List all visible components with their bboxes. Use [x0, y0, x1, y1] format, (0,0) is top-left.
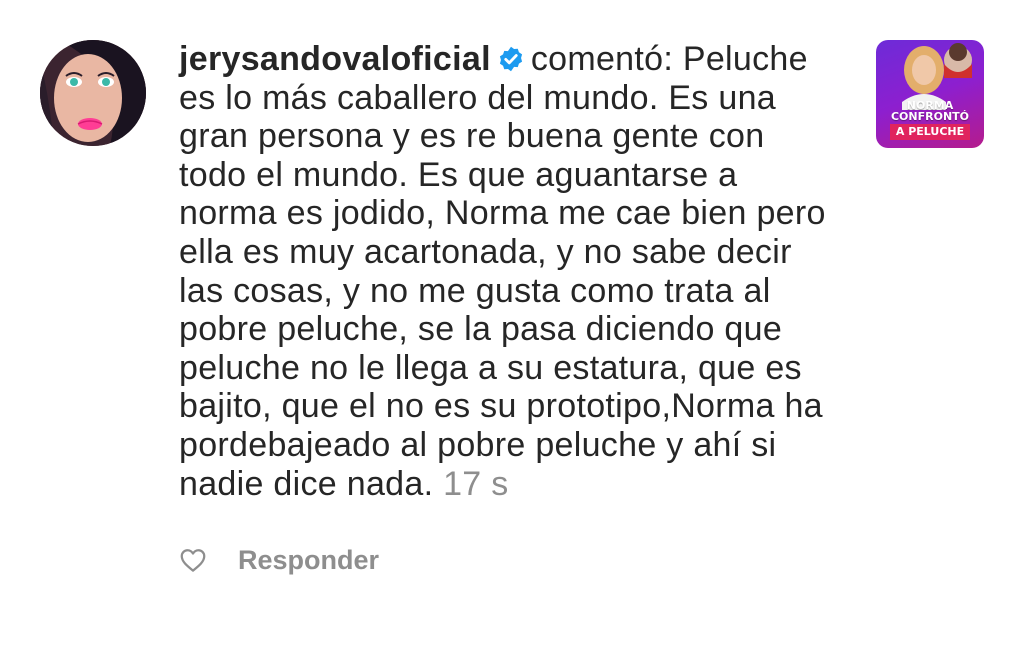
- comment-body: jerysandovaloficial comentó: Peluche es l…: [179, 40, 849, 503]
- comment-timestamp: 17 s: [443, 464, 509, 503]
- comment-action: comentó:: [530, 40, 674, 78]
- thumbnail-banner: A PELUCHE: [890, 124, 970, 140]
- comment-username[interactable]: jerysandovaloficial: [179, 40, 491, 78]
- verified-badge-icon: [499, 46, 522, 72]
- reply-button[interactable]: Responder: [238, 545, 379, 576]
- post-thumbnail[interactable]: NORMA CONFRONTÓ A PELUCHE: [876, 40, 984, 148]
- thumbnail-title: NORMA CONFRONTÓ: [890, 99, 970, 123]
- heart-outline-icon[interactable]: [178, 545, 208, 575]
- avatar-image: [40, 40, 146, 146]
- avatar[interactable]: [40, 40, 146, 146]
- comment-text: Peluche es lo más caballero del mundo. E…: [179, 40, 826, 503]
- comment-actions: Responder: [178, 540, 379, 580]
